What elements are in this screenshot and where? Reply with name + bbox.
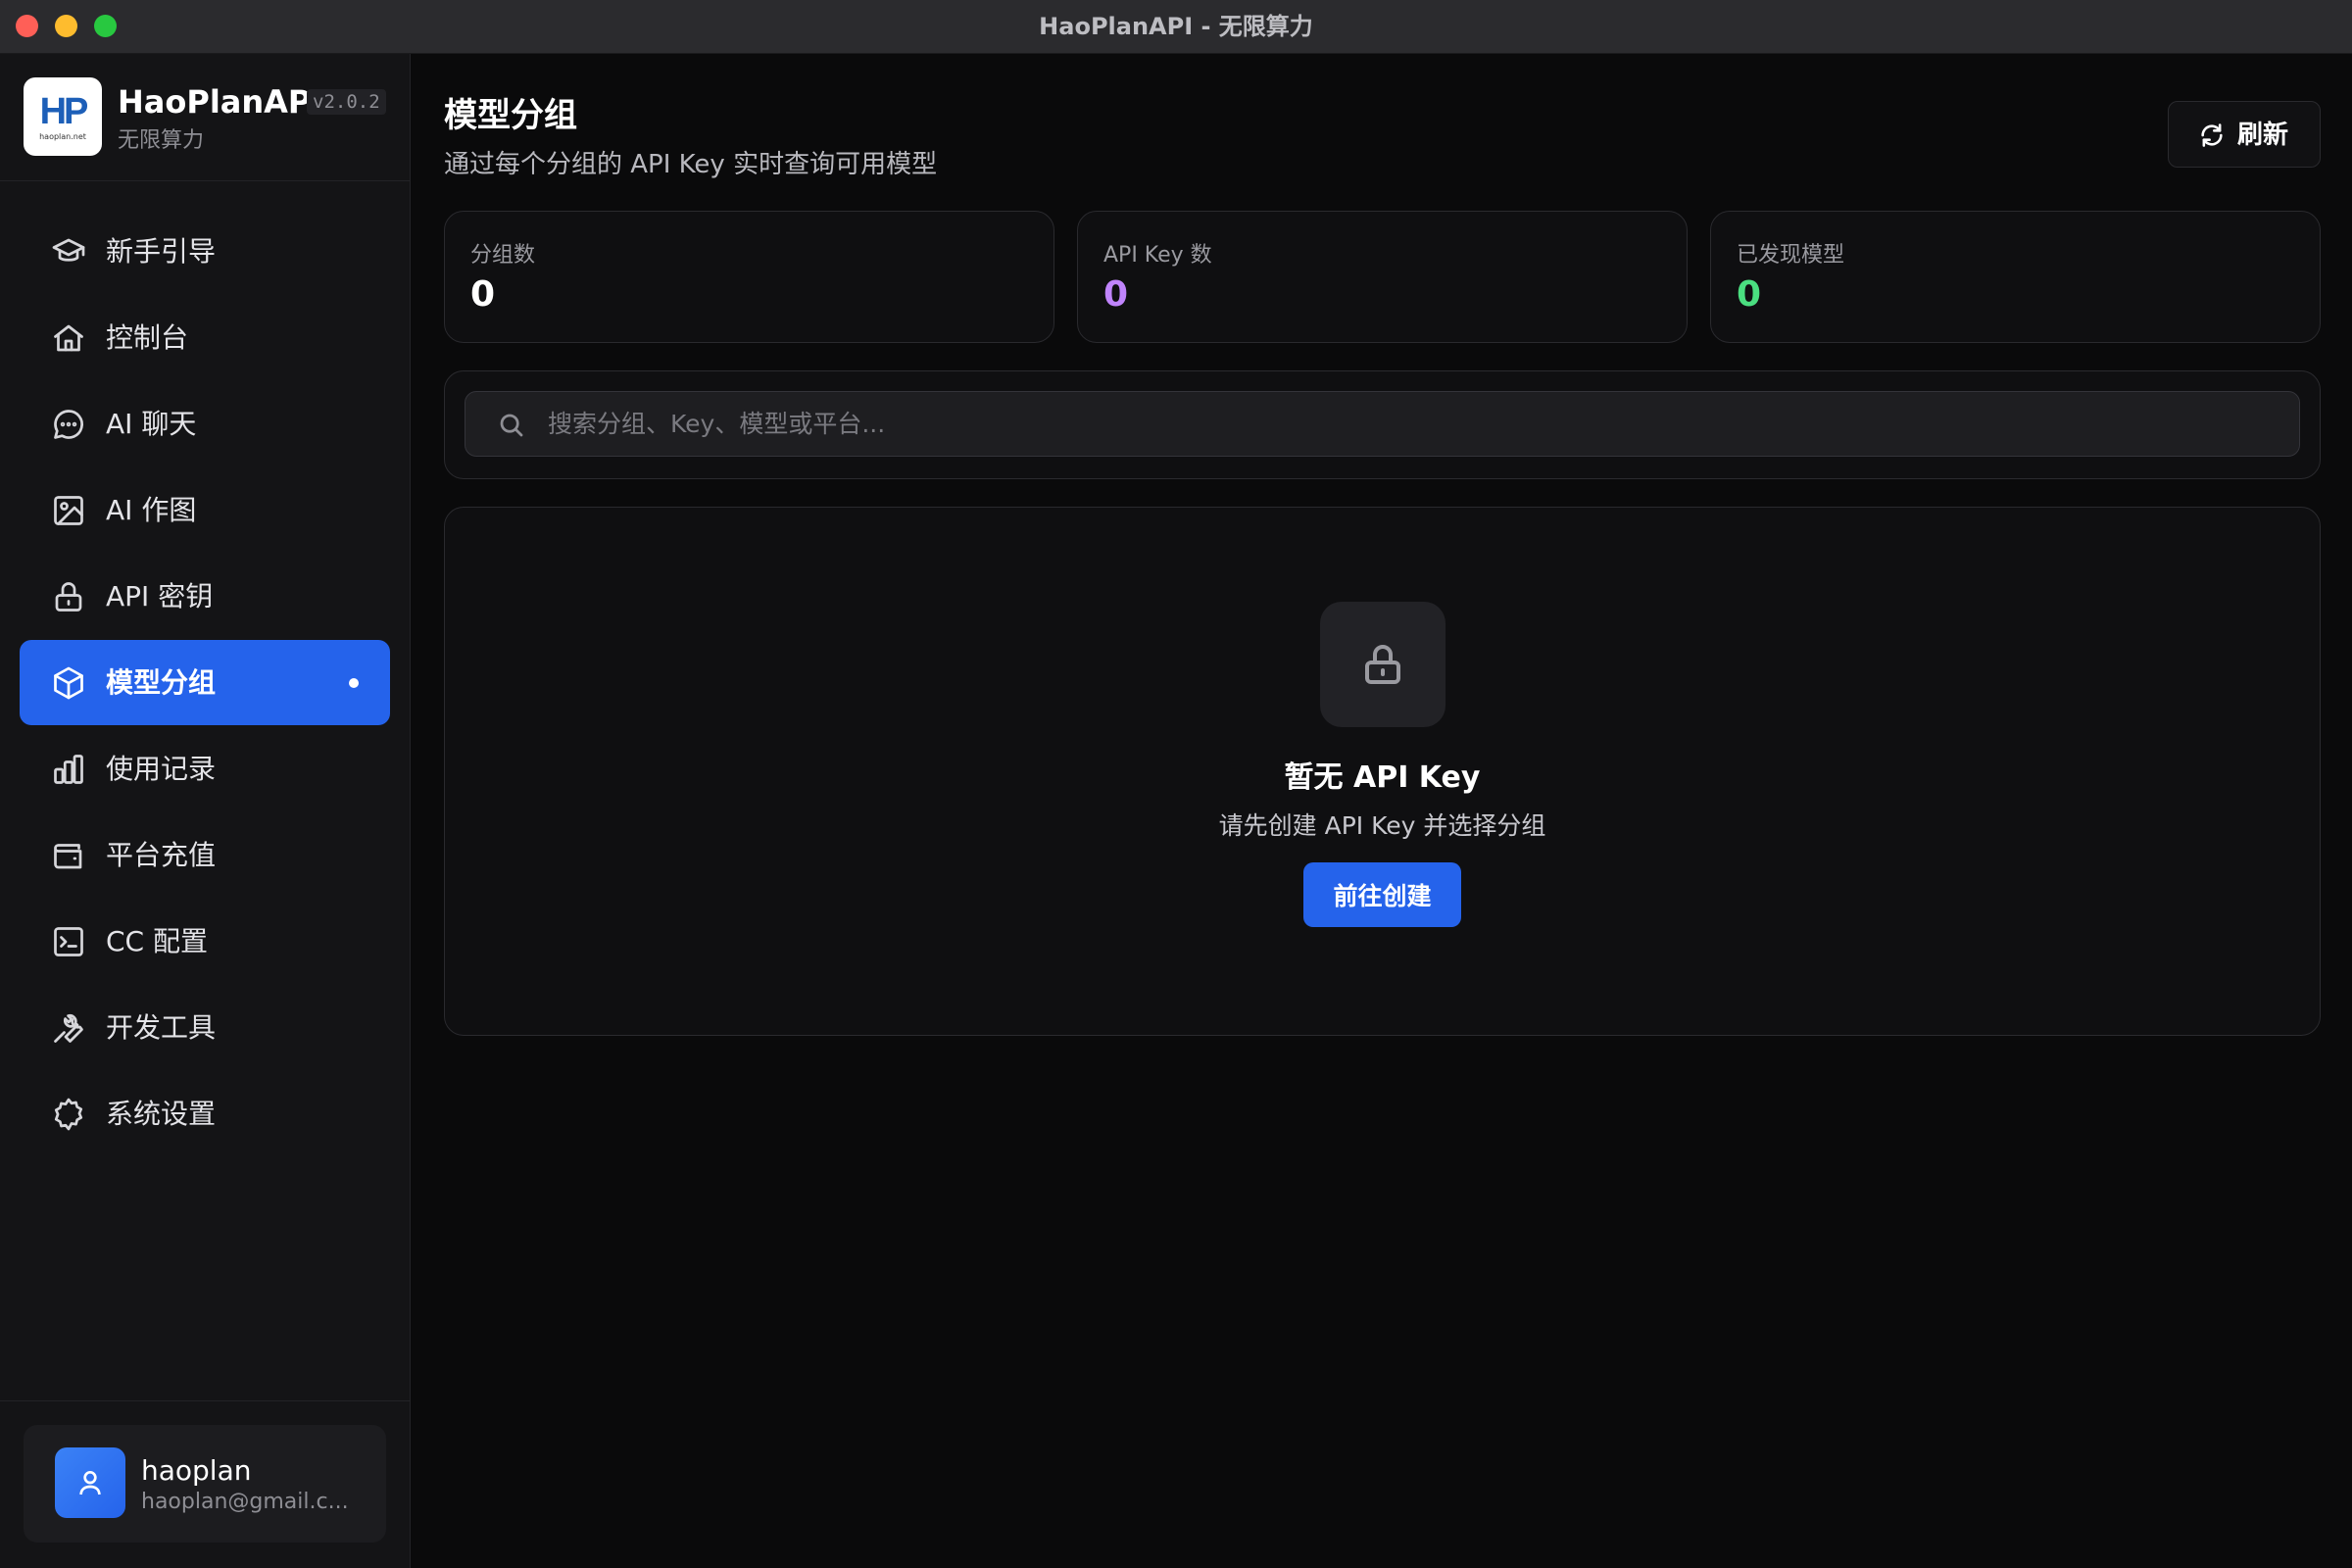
sidebar-item-label: CC 配置	[106, 925, 209, 957]
sidebar: HP haoplan.net HaoPlanAPI v2.0.2 无限算力 新手…	[0, 54, 411, 1568]
stat-card-groups: 分组数 0	[444, 211, 1054, 343]
wrench-icon	[51, 1010, 86, 1046]
sidebar-item-ai-chat[interactable]: AI 聊天	[20, 381, 390, 466]
sidebar-item-label: AI 聊天	[106, 408, 197, 440]
home-icon	[51, 320, 86, 356]
sidebar-nav: 新手引导 控制台 AI 聊天 AI 作图 API 密钥 模型分组 使用记录 平台…	[20, 209, 390, 1157]
sidebar-item-api-keys[interactable]: API 密钥	[20, 554, 390, 639]
brand-tagline: 无限算力	[118, 128, 205, 153]
lock-icon	[1365, 645, 1400, 684]
sidebar-item-label: API 密钥	[106, 580, 214, 612]
user-email: haoplan@gmail.c...	[141, 1490, 349, 1514]
user-name: haoplan	[141, 1454, 252, 1487]
box-icon	[51, 665, 86, 701]
avatar	[55, 1447, 125, 1518]
refresh-button[interactable]: 刷新	[2168, 101, 2321, 168]
sidebar-item-label: AI 作图	[106, 494, 197, 526]
brand-logo: HP haoplan.net	[24, 77, 102, 156]
stat-value: 0	[1103, 274, 1129, 315]
empty-state-description: 请先创建 API Key 并选择分组	[1218, 811, 1546, 840]
empty-state-icon-box	[1320, 602, 1446, 727]
empty-state-title: 暂无 API Key	[1284, 760, 1481, 795]
sidebar-item-cc-config[interactable]: CC 配置	[20, 899, 390, 984]
user-section: haoplan haoplan@gmail.c...	[0, 1400, 411, 1568]
user-icon	[79, 1471, 101, 1495]
active-indicator-dot	[349, 678, 359, 688]
stat-value: 0	[470, 274, 496, 315]
search-icon	[500, 414, 523, 437]
image-icon	[51, 493, 86, 528]
window-title: HaoPlanAPI - 无限算力	[1039, 13, 1313, 40]
user-card[interactable]: haoplan haoplan@gmail.c...	[24, 1425, 386, 1543]
sidebar-item-guide[interactable]: 新手引导	[20, 209, 390, 294]
sidebar-item-label: 模型分组	[106, 666, 217, 699]
search-input[interactable]	[548, 392, 2273, 456]
graduation-cap-icon	[51, 234, 86, 270]
search-box[interactable]	[465, 391, 2300, 457]
sidebar-item-model-groups[interactable]: 模型分组	[20, 640, 390, 725]
sidebar-item-label: 平台充值	[106, 839, 217, 871]
sidebar-item-recharge[interactable]: 平台充值	[20, 812, 390, 898]
brand-name: HaoPlanAPI	[118, 83, 323, 121]
sidebar-item-dev-tools[interactable]: 开发工具	[20, 985, 390, 1070]
sidebar-item-label: 系统设置	[106, 1098, 217, 1130]
chat-bubble-icon	[51, 407, 86, 442]
version-badge: v2.0.2	[307, 89, 386, 115]
sidebar-item-label: 新手引导	[106, 235, 217, 268]
window-titlebar: HaoPlanAPI - 无限算力	[0, 0, 2352, 54]
gear-icon	[51, 1097, 86, 1132]
terminal-icon	[51, 924, 86, 959]
sidebar-item-label: 开发工具	[106, 1011, 217, 1044]
sidebar-item-settings[interactable]: 系统设置	[20, 1071, 390, 1156]
stat-value: 0	[1737, 274, 1762, 315]
page-subtitle: 通过每个分组的 API Key 实时查询可用模型	[444, 150, 938, 179]
sidebar-item-ai-image[interactable]: AI 作图	[20, 467, 390, 553]
sidebar-item-usage[interactable]: 使用记录	[20, 726, 390, 811]
bar-chart-icon	[51, 752, 86, 787]
stat-card-models: 已发现模型 0	[1710, 211, 2321, 343]
brand-header: HP haoplan.net HaoPlanAPI v2.0.2 无限算力	[0, 54, 411, 181]
sidebar-item-label: 使用记录	[106, 753, 217, 785]
sidebar-item-console[interactable]: 控制台	[20, 295, 390, 380]
stat-label: 已发现模型	[1737, 243, 1845, 268]
sidebar-item-label: 控制台	[106, 321, 189, 354]
stat-label: API Key 数	[1103, 243, 1212, 268]
search-card	[444, 370, 2321, 479]
refresh-icon	[2201, 123, 2223, 147]
empty-state-card: 暂无 API Key 请先创建 API Key 并选择分组 前往创建	[444, 507, 2321, 1036]
wallet-icon	[51, 838, 86, 873]
refresh-label: 刷新	[2237, 121, 2289, 150]
stat-label: 分组数	[470, 243, 536, 268]
stat-card-api-keys: API Key 数 0	[1077, 211, 1688, 343]
main-content: 模型分组 通过每个分组的 API Key 实时查询可用模型 刷新 分组数 0 A…	[412, 54, 2352, 1568]
lock-icon	[51, 579, 86, 614]
go-create-button[interactable]: 前往创建	[1303, 862, 1461, 927]
page-title: 模型分组	[444, 96, 577, 135]
